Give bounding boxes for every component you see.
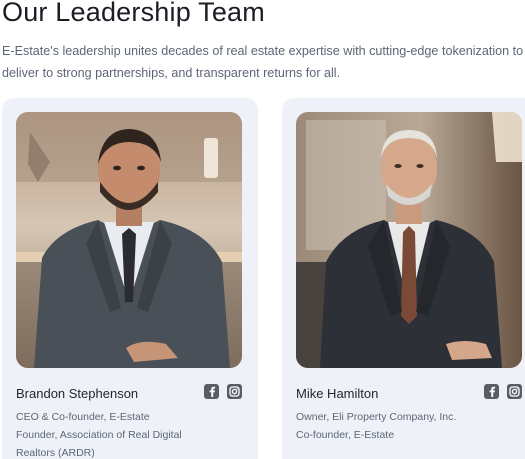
role-line: Owner, Eli Property Company, Inc. xyxy=(296,411,457,423)
leadership-section: Our Leadership Team E-Estate's leadershi… xyxy=(0,0,525,459)
role-line: CEO & Co-founder, E-Estate xyxy=(16,411,150,423)
role-line: Co-founder, E-Estate xyxy=(296,429,395,441)
team-member-roles: Owner, Eli Property Company, Inc. Co-fou… xyxy=(296,408,496,444)
team-member-name: Mike Hamilton xyxy=(296,386,379,401)
team-member-photo xyxy=(296,112,522,368)
facebook-icon[interactable] xyxy=(484,384,499,399)
instagram-icon[interactable] xyxy=(507,384,522,399)
team-member-roles: CEO & Co-founder, E-Estate Founder, Asso… xyxy=(16,408,216,459)
team-member-photo xyxy=(16,112,242,368)
facebook-icon[interactable] xyxy=(204,384,219,399)
team-member-card: Mike Hamilton Owner, Eli Property Compan… xyxy=(282,98,525,459)
team-member-card: Brandon Stephenson CEO & Co-founder, E-E… xyxy=(2,98,258,459)
team-member-name: Brandon Stephenson xyxy=(16,386,139,401)
role-line: Founder, Association of Real Digital Rea… xyxy=(16,429,182,459)
instagram-icon[interactable] xyxy=(227,384,242,399)
page-title: Our Leadership Team xyxy=(2,0,265,27)
intro-paragraph: E-Estate's leadership unites decades of … xyxy=(2,44,524,80)
